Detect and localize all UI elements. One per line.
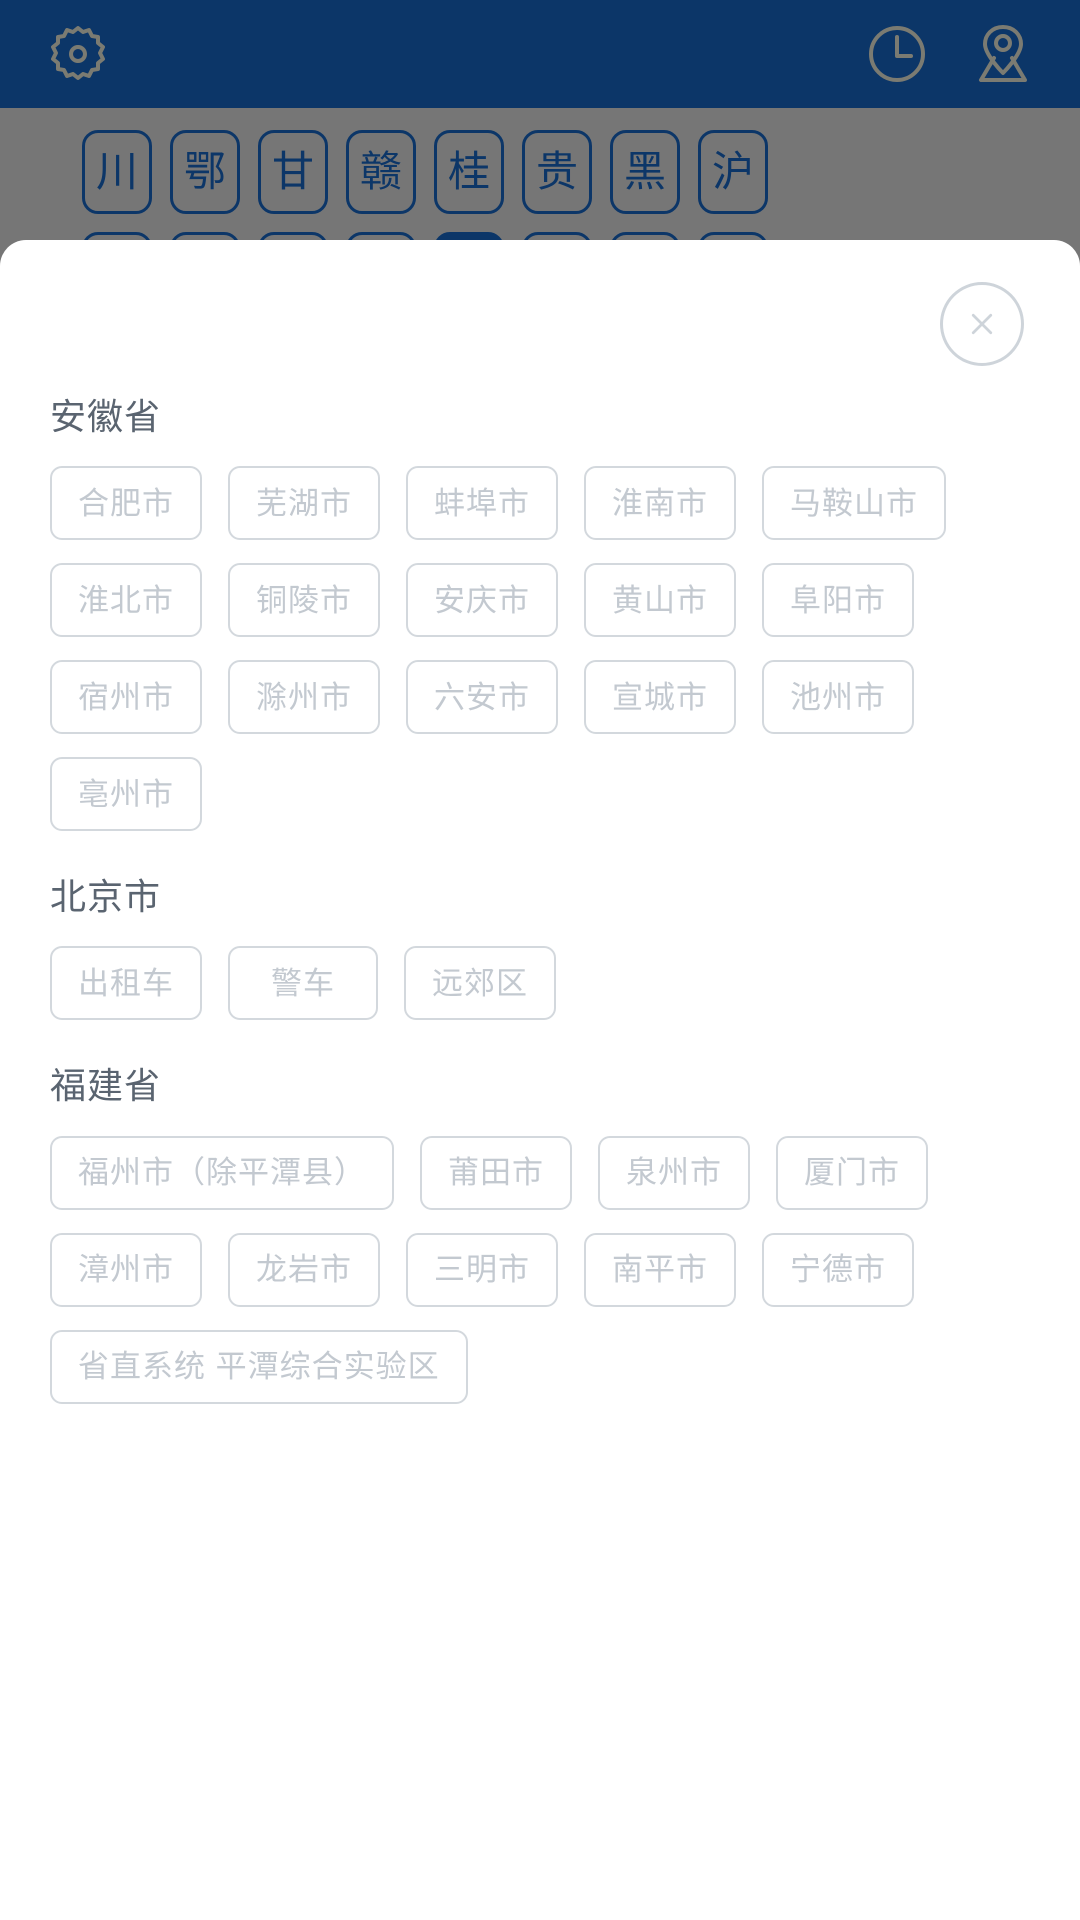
city-chip[interactable]: 警车 bbox=[228, 946, 378, 1021]
city-chip[interactable]: 芜湖市 bbox=[228, 466, 380, 541]
city-chip-grid: 福州市（除平潭县） 莆田市 泉州市 厦门市 漳州市 龙岩市 三明市 南平市 宁德… bbox=[50, 1135, 1030, 1404]
city-chip[interactable]: 蚌埠市 bbox=[406, 466, 558, 541]
city-chip[interactable]: 泉州市 bbox=[598, 1135, 750, 1210]
sheet-body: 安徽省 合肥市 芜湖市 蚌埠市 淮南市 马鞍山市 淮北市 铜陵市 安庆市 黄山市… bbox=[0, 395, 1080, 1404]
province-chip[interactable]: 沪 bbox=[698, 130, 768, 214]
city-chip[interactable]: 安庆市 bbox=[406, 563, 558, 638]
city-chip[interactable]: 铜陵市 bbox=[228, 563, 380, 638]
city-chip[interactable]: 宿州市 bbox=[50, 660, 202, 735]
city-chip[interactable]: 宁德市 bbox=[762, 1232, 914, 1307]
section-title: 北京市 bbox=[50, 876, 162, 918]
city-chip[interactable]: 三明市 bbox=[406, 1232, 558, 1307]
city-chip[interactable]: 远郊区 bbox=[404, 946, 556, 1021]
city-chip[interactable]: 龙岩市 bbox=[228, 1232, 380, 1307]
city-chip[interactable]: 滁州市 bbox=[228, 660, 380, 735]
section-title: 安徽省 bbox=[50, 396, 162, 437]
province-chip[interactable]: 鄂 bbox=[170, 130, 240, 214]
location-pin-icon[interactable] bbox=[972, 23, 1034, 85]
gear-icon[interactable] bbox=[46, 22, 110, 86]
city-chip[interactable]: 淮南市 bbox=[584, 466, 736, 541]
app-root: 川 鄂 甘 赣 桂 贵 黑 沪 吉 冀 津 晋 京 辽 鲁 蒙 bbox=[0, 0, 1080, 1920]
city-chip[interactable]: 宣城市 bbox=[584, 660, 736, 735]
city-chip[interactable]: 福州市（除平潭县） bbox=[50, 1135, 394, 1210]
province-section-beijing: 北京市 出租车 警车 远郊区 bbox=[50, 875, 1030, 1021]
city-chip[interactable]: 黄山市 bbox=[584, 563, 736, 638]
province-chip[interactable]: 贵 bbox=[522, 130, 592, 214]
city-chip[interactable]: 六安市 bbox=[406, 660, 558, 735]
city-chip[interactable]: 出租车 bbox=[50, 946, 202, 1021]
city-picker-sheet: 安徽省 合肥市 芜湖市 蚌埠市 淮南市 马鞍山市 淮北市 铜陵市 安庆市 黄山市… bbox=[0, 240, 1080, 1920]
city-chip[interactable]: 合肥市 bbox=[50, 466, 202, 541]
city-chip-grid: 出租车 警车 远郊区 bbox=[50, 946, 1030, 1021]
city-chip-grid: 合肥市 芜湖市 蚌埠市 淮南市 马鞍山市 淮北市 铜陵市 安庆市 黄山市 阜阳市… bbox=[50, 466, 1030, 832]
province-section-fujian: 福建省 福州市（除平潭县） 莆田市 泉州市 厦门市 漳州市 龙岩市 三明市 南平… bbox=[50, 1064, 1030, 1404]
province-chip[interactable]: 桂 bbox=[434, 130, 504, 214]
sheet-header bbox=[0, 240, 1080, 395]
top-app-bar bbox=[0, 0, 1080, 108]
city-chip[interactable]: 阜阳市 bbox=[762, 563, 914, 638]
city-chip[interactable]: 淮北市 bbox=[50, 563, 202, 638]
city-chip[interactable]: 厦门市 bbox=[776, 1135, 928, 1210]
city-chip[interactable]: 南平市 bbox=[584, 1232, 736, 1307]
city-chip[interactable]: 亳州市 bbox=[50, 757, 202, 832]
province-chip[interactable]: 黑 bbox=[610, 130, 680, 214]
city-chip[interactable]: 马鞍山市 bbox=[762, 466, 946, 541]
section-title: 福建省 bbox=[50, 1065, 162, 1107]
city-chip[interactable]: 省直系统 平潭综合实验区 bbox=[50, 1329, 468, 1404]
close-icon[interactable] bbox=[940, 282, 1024, 366]
city-chip[interactable]: 莆田市 bbox=[420, 1135, 572, 1210]
province-section-anhui: 安徽省 合肥市 芜湖市 蚌埠市 淮南市 马鞍山市 淮北市 铜陵市 安庆市 黄山市… bbox=[50, 395, 1030, 832]
province-chip[interactable]: 甘 bbox=[258, 130, 328, 214]
province-chip[interactable]: 赣 bbox=[346, 130, 416, 214]
province-chip[interactable]: 川 bbox=[82, 130, 152, 214]
clock-icon[interactable] bbox=[866, 23, 928, 85]
city-chip[interactable]: 池州市 bbox=[762, 660, 914, 735]
city-chip[interactable]: 漳州市 bbox=[50, 1232, 202, 1307]
province-row: 川 鄂 甘 赣 桂 贵 黑 沪 bbox=[0, 130, 1080, 214]
